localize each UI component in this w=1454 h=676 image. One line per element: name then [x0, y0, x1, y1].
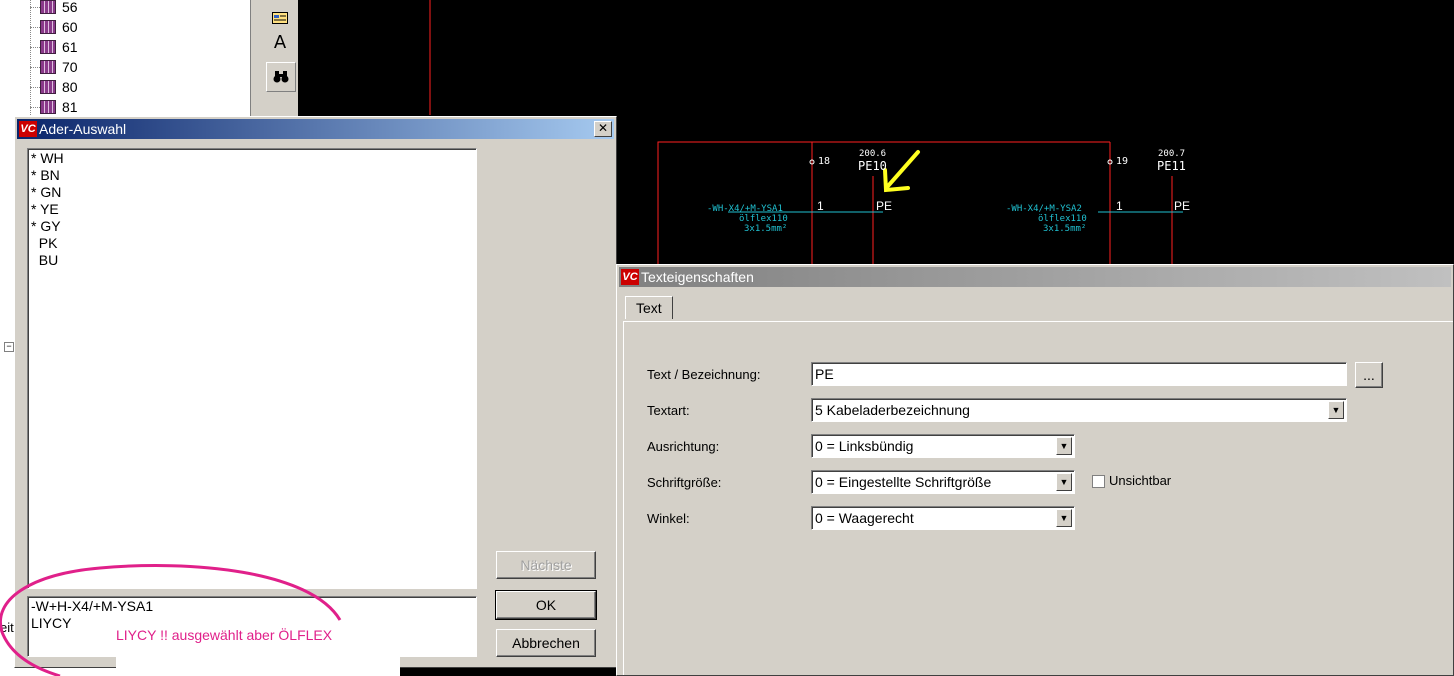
wire-number: 1: [1116, 199, 1123, 213]
chevron-down-icon[interactable]: ▼: [1056, 509, 1072, 527]
text-label: Text / Bezeichnung:: [647, 367, 761, 382]
app-logo-icon: VC: [19, 121, 37, 137]
pe-label: PE11: [1157, 159, 1186, 173]
ausrichtung-select[interactable]: 0 = Linksbündig ▼: [811, 434, 1075, 458]
tree-connector: [30, 67, 40, 68]
tree-connector: [30, 0, 31, 115]
list-item[interactable]: PK: [28, 235, 476, 252]
list-item[interactable]: * WH: [28, 150, 476, 167]
tree-collapse-icon[interactable]: −: [4, 342, 14, 352]
tree-connector: [30, 27, 40, 28]
list-item[interactable]: * GY: [28, 218, 476, 235]
list-item[interactable]: * BN: [28, 167, 476, 184]
yellow-arrow: [883, 150, 920, 193]
page-icon: [40, 80, 56, 94]
table-insert-icon: [272, 12, 288, 24]
page-icon: [40, 100, 56, 114]
textart-value: 5 Kabeladerbezeichnung: [815, 402, 970, 418]
list-item[interactable]: BU: [28, 252, 476, 269]
close-icon: ✕: [597, 121, 609, 135]
tree-item-60[interactable]: 60: [40, 18, 78, 36]
ausrichtung-value: 0 = Linksbündig: [815, 438, 914, 454]
dialog-title: Texteigenschaften: [641, 269, 754, 285]
schriftgroesse-label: Schriftgröße:: [647, 475, 722, 490]
dialog-titlebar[interactable]: VC Texteigenschaften: [619, 267, 1451, 287]
schriftgroesse-select[interactable]: 0 = Eingestellte Schriftgröße ▼: [811, 470, 1075, 494]
cable-spec: 3x1.5mm²: [744, 224, 788, 234]
tree-item-80[interactable]: 80: [40, 78, 78, 96]
next-button[interactable]: Nächste: [496, 551, 596, 579]
annotation-text: LIYCY !! ausgewählt aber ÖLFLEX: [116, 627, 333, 643]
cable-type: ölflex110: [1038, 214, 1087, 224]
text-input[interactable]: PE: [811, 362, 1347, 386]
ref-code: 200.7: [1158, 149, 1186, 159]
wire-list[interactable]: * WH * BN * GN * YE * GY PK BU: [27, 148, 477, 589]
tree-item-label: 80: [62, 79, 78, 95]
text-tool-icon: A: [273, 31, 287, 53]
cable-type: ölflex110: [739, 214, 788, 224]
annotation-ellipse: [0, 564, 342, 676]
wire-number: 1: [817, 199, 824, 213]
find-button[interactable]: [266, 62, 296, 92]
list-item[interactable]: * GN: [28, 184, 476, 201]
textart-label: Textart:: [647, 403, 690, 418]
textart-select[interactable]: 5 Kabeladerbezeichnung ▼: [811, 398, 1347, 422]
tree-connector: [30, 87, 40, 88]
terminal-number: 18: [818, 156, 831, 167]
chevron-down-icon[interactable]: ▼: [1328, 401, 1344, 419]
tree-connector: [30, 7, 40, 8]
tree-connector: [30, 47, 40, 48]
cable-name: -WH-X4/+M-YSA1: [707, 204, 783, 214]
tree-item-label: 60: [62, 19, 78, 35]
chevron-down-icon[interactable]: ▼: [1056, 437, 1072, 455]
ausrichtung-label: Ausrichtung:: [647, 439, 720, 454]
cable-name: -WH-X4/+M-YSA2: [1006, 204, 1082, 214]
list-item[interactable]: * YE: [28, 201, 476, 218]
ok-button[interactable]: OK: [495, 590, 597, 620]
dialog-title: Ader-Auswahl: [39, 121, 127, 137]
drawing-toolbar: A: [262, 0, 299, 120]
binoculars-icon: [273, 71, 289, 83]
tree-item-label: 81: [62, 99, 78, 115]
page-icon: [40, 20, 56, 34]
wire-pe-label[interactable]: PE: [1174, 199, 1190, 213]
tree-item-56[interactable]: 56: [40, 0, 78, 16]
tree-item-label: 61: [62, 39, 78, 55]
tree-item-label: 70: [62, 59, 78, 75]
unsichtbar-label: Unsichtbar: [1109, 473, 1172, 488]
tree-connector: [30, 107, 40, 108]
terminal-number: 19: [1116, 156, 1129, 167]
wire-pe-label[interactable]: PE: [876, 199, 892, 213]
winkel-value: 0 = Waagerecht: [815, 510, 914, 526]
schriftgroesse-value: 0 = Eingestellte Schriftgröße: [815, 474, 992, 490]
text-tool-button[interactable]: A: [266, 28, 294, 56]
winkel-select[interactable]: 0 = Waagerecht ▼: [811, 506, 1075, 530]
page-icon: [40, 40, 56, 54]
tab-text[interactable]: Text: [625, 296, 673, 319]
texteigenschaften-dialog: VC Texteigenschaften Text Text / Bezeich…: [616, 264, 1454, 676]
tree-item-61[interactable]: 61: [40, 38, 78, 56]
cable-spec: 3x1.5mm²: [1043, 224, 1087, 234]
tree-item-label: 56: [62, 0, 78, 15]
dialog-titlebar[interactable]: VC Ader-Auswahl: [17, 119, 614, 139]
unsichtbar-checkbox[interactable]: [1092, 475, 1105, 488]
page-icon: [40, 60, 56, 74]
winkel-label: Winkel:: [647, 511, 690, 526]
close-button[interactable]: ✕: [594, 121, 612, 137]
app-logo-icon: VC: [621, 269, 639, 285]
ref-code: 200.6: [859, 149, 887, 159]
page-icon: [40, 0, 56, 14]
cancel-button[interactable]: Abbrechen: [496, 629, 596, 657]
tree-item-81[interactable]: 81: [40, 98, 78, 116]
pe-label: PE10: [858, 159, 887, 173]
tree-item-70[interactable]: 70: [40, 58, 78, 76]
browse-button[interactable]: ...: [1355, 362, 1383, 388]
chevron-down-icon[interactable]: ▼: [1056, 473, 1072, 491]
